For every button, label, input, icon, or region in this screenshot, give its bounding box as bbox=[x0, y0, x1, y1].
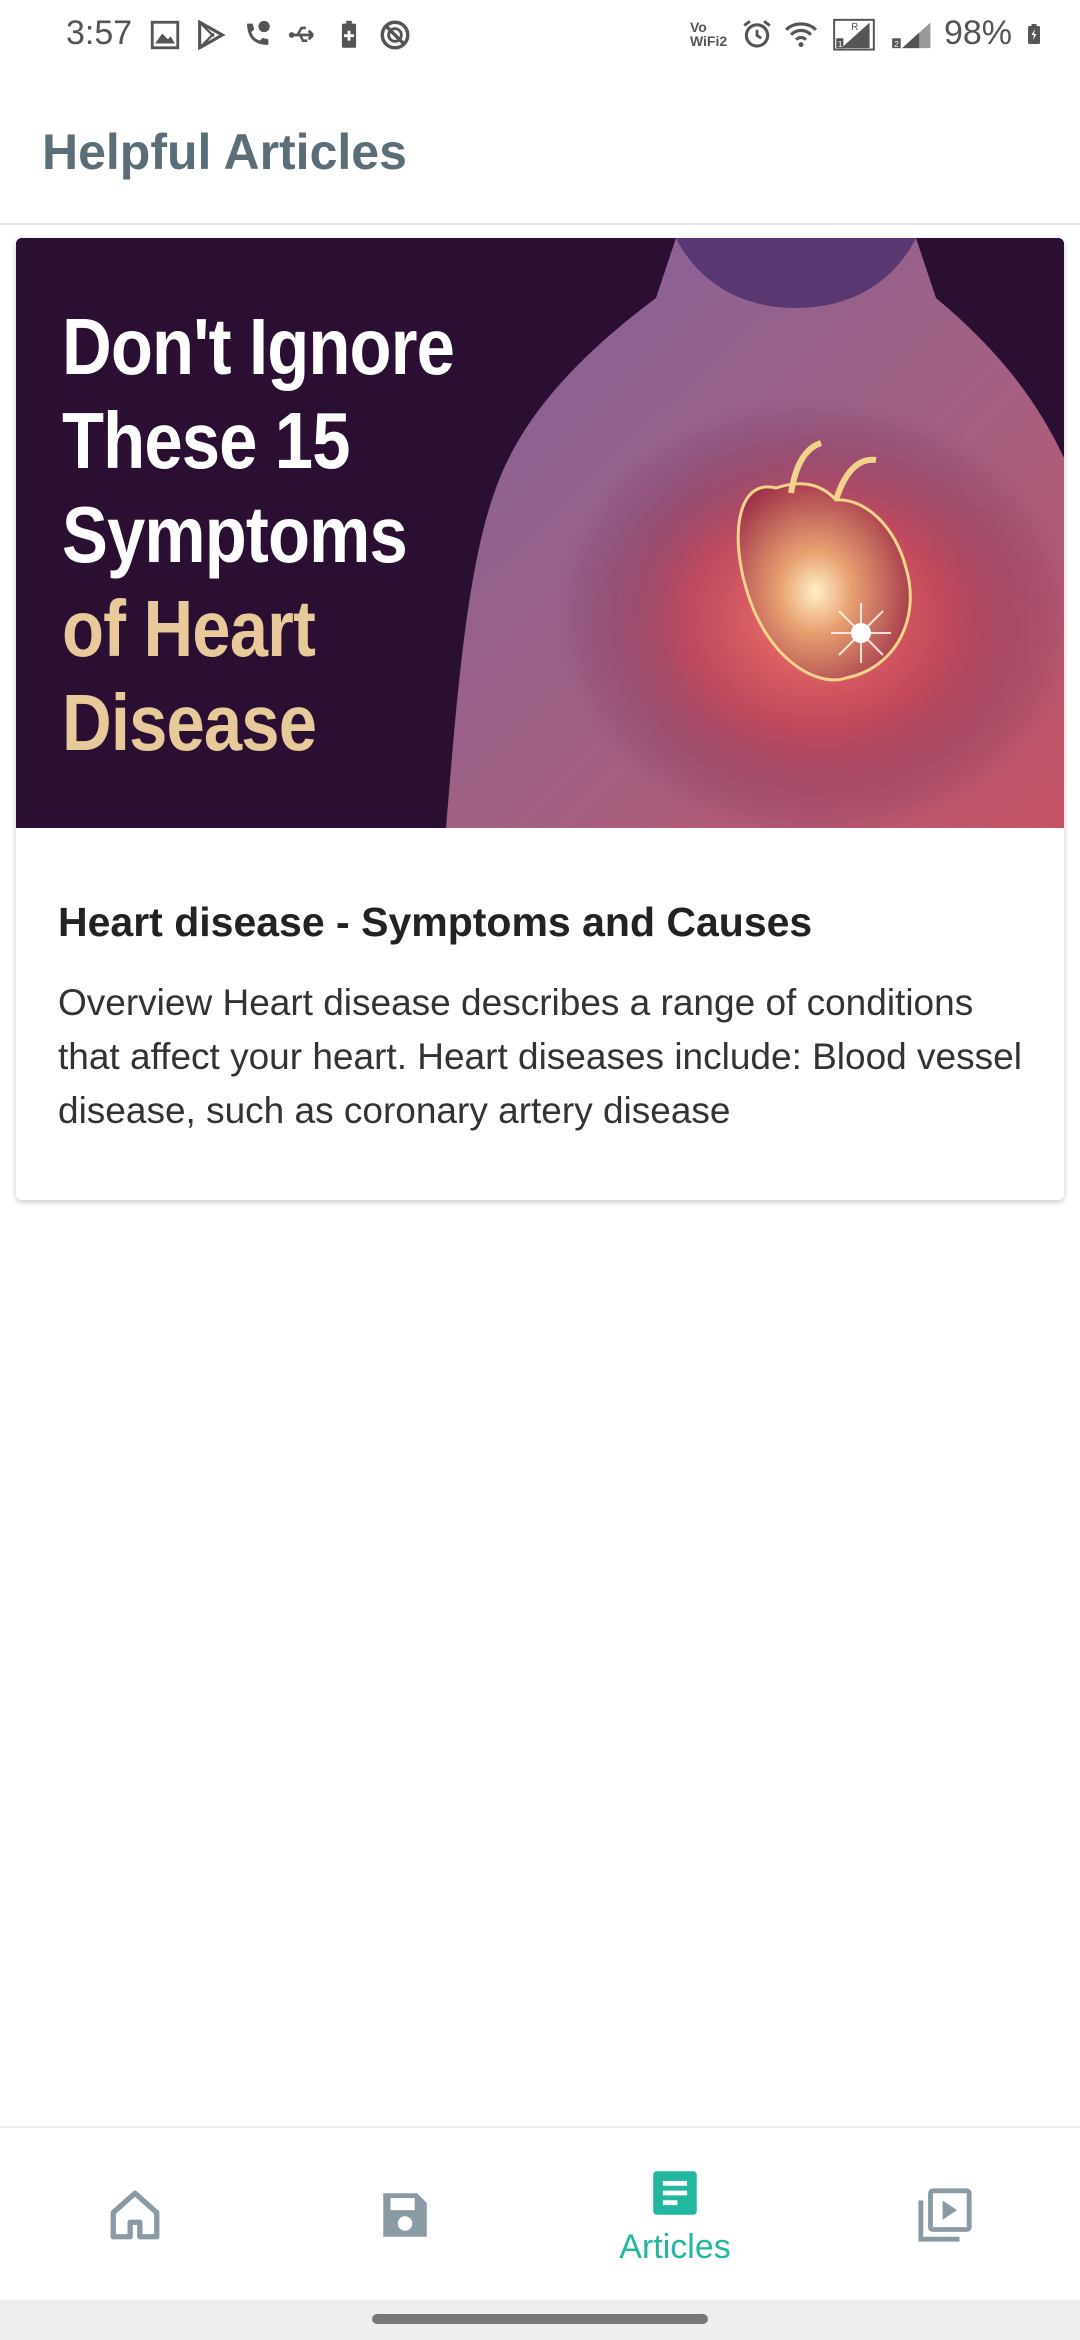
home-icon bbox=[110, 2190, 160, 2240]
status-right-icons: Vo WiFi2 R 1 2 98% bbox=[690, 14, 1046, 53]
missed-call-icon bbox=[247, 20, 270, 45]
battery-saver-icon bbox=[341, 20, 357, 48]
page-title: Helpful Articles bbox=[42, 124, 407, 180]
save-icon bbox=[383, 2193, 427, 2237]
video-library-icon bbox=[918, 2188, 972, 2242]
nav-articles-label: Articles bbox=[619, 2227, 731, 2266]
nav-home[interactable] bbox=[0, 2128, 270, 2302]
article-description: Overview Heart disease describes a range… bbox=[58, 982, 1022, 1131]
headline-line-1: Don't Ignore bbox=[62, 302, 455, 391]
nav-articles[interactable]: Articles bbox=[540, 2128, 810, 2302]
svg-text:2: 2 bbox=[894, 38, 899, 48]
gesture-handle[interactable] bbox=[372, 2314, 708, 2324]
headline-line-4: of Heart bbox=[62, 584, 316, 673]
dnd-icon bbox=[380, 20, 410, 50]
play-store-icon bbox=[198, 19, 226, 51]
thumbnail-headline: Don't Ignore These 15 Symptoms of Heart … bbox=[62, 300, 455, 770]
signal-sim1-icon: R 1 bbox=[833, 18, 875, 51]
nav-videos[interactable] bbox=[810, 2128, 1080, 2302]
status-bar: 3:57 Vo WiFi2 R 1 2 98% bbox=[0, 0, 1080, 75]
status-left-icons bbox=[148, 18, 412, 52]
bottom-navigation: Articles bbox=[0, 2126, 1080, 2300]
signal-sim2-icon: 2 bbox=[892, 22, 931, 48]
wifi-icon bbox=[784, 21, 817, 47]
headline-line-2: These 15 bbox=[62, 396, 350, 485]
articles-icon bbox=[653, 2170, 697, 2215]
gallery-icon bbox=[150, 20, 180, 50]
usb-icon bbox=[288, 26, 314, 42]
article-thumbnail: Don't Ignore These 15 Symptoms of Heart … bbox=[16, 238, 1064, 828]
battery-icon bbox=[1028, 23, 1040, 44]
svg-text:R: R bbox=[851, 21, 858, 32]
headline-line-3: Symptoms bbox=[62, 490, 408, 579]
alarm-icon bbox=[743, 19, 771, 48]
article-card[interactable]: Don't Ignore These 15 Symptoms of Heart … bbox=[16, 238, 1064, 1200]
article-body: Heart disease - Symptoms and Causes Over… bbox=[16, 828, 1064, 1138]
nav-saved[interactable] bbox=[270, 2128, 540, 2302]
battery-percent: 98% bbox=[943, 14, 1012, 52]
headline-line-5: Disease bbox=[62, 678, 317, 767]
vowifi-indicator: Vo WiFi2 bbox=[690, 20, 730, 48]
app-bar: Helpful Articles bbox=[0, 75, 1080, 225]
article-title: Heart disease - Symptoms and Causes bbox=[58, 899, 813, 945]
vowifi-line2: WiFi2 bbox=[689, 32, 728, 49]
svg-text:1: 1 bbox=[838, 38, 843, 48]
status-time: 3:57 bbox=[66, 14, 133, 52]
gesture-bar-area bbox=[0, 2300, 1080, 2340]
